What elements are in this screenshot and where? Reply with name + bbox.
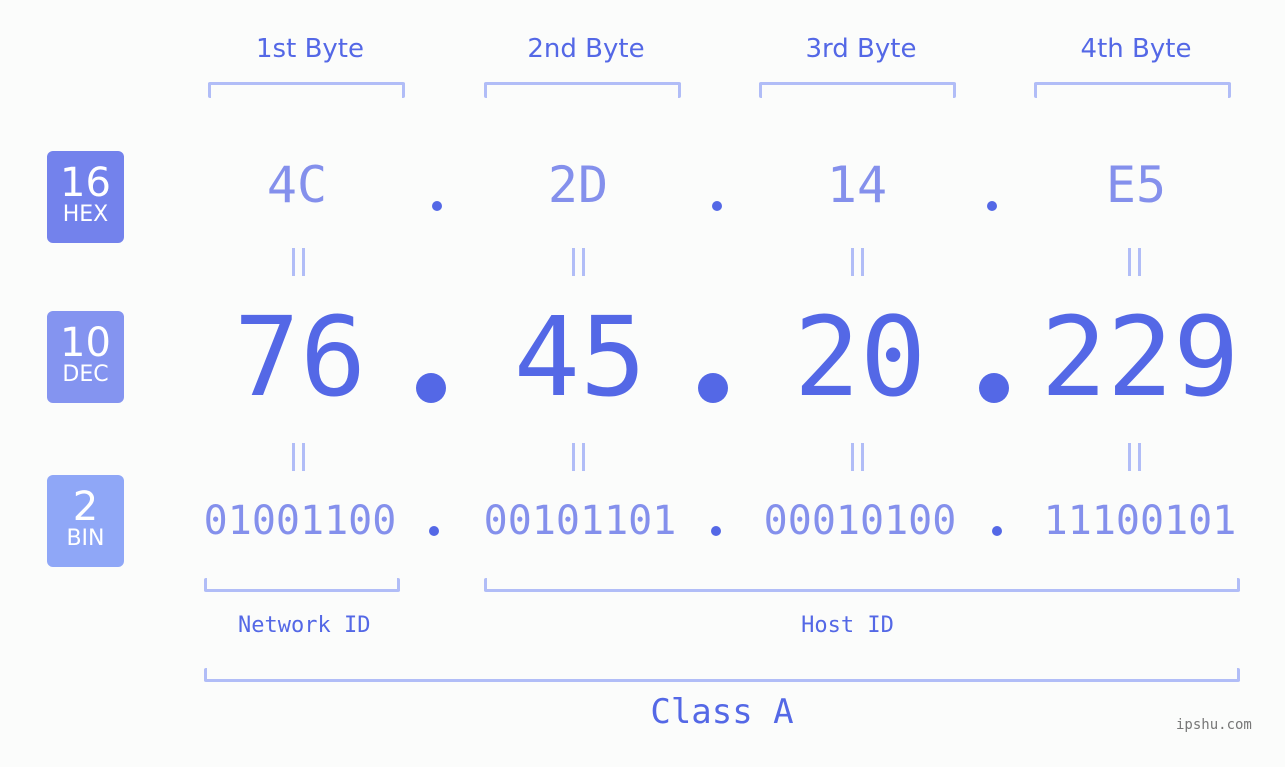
bin-dot-1	[429, 526, 439, 536]
hex-value-4: E5	[1105, 156, 1167, 214]
bin-dot-2	[711, 526, 721, 536]
bin-badge: 2 BIN	[47, 475, 124, 567]
hex-value-3: 14	[826, 156, 888, 214]
bin-base-label: BIN	[66, 526, 105, 551]
byte-label-2: 2nd Byte	[527, 34, 645, 64]
network-id-bracket	[204, 578, 400, 592]
hex-dot-2	[712, 201, 722, 211]
host-id-bracket	[484, 578, 1240, 592]
network-id-label: Network ID	[238, 613, 371, 638]
byte-bracket-2	[484, 82, 681, 98]
dec-value-4: 229	[1040, 293, 1240, 421]
bin-value-4: 11100101	[1043, 498, 1237, 544]
hex-value-2: 2D	[547, 156, 609, 214]
hex-dot-1	[432, 201, 442, 211]
dec-value-1: 76	[233, 293, 367, 421]
class-bracket	[204, 668, 1240, 682]
bin-value-3: 00010100	[763, 498, 957, 544]
dec-base-label: DEC	[62, 362, 109, 387]
equals-icon	[1128, 248, 1141, 276]
dec-dot-2	[698, 373, 728, 403]
byte-label-3: 3rd Byte	[805, 34, 917, 64]
bin-dot-3	[992, 526, 1002, 536]
dec-badge: 10 DEC	[47, 311, 124, 403]
byte-label-1: 1st Byte	[256, 34, 364, 64]
byte-bracket-4	[1034, 82, 1231, 98]
byte-label-4: 4th Byte	[1080, 34, 1192, 64]
equals-icon	[572, 248, 585, 276]
dec-dot-3	[979, 373, 1009, 403]
equals-icon	[572, 443, 585, 471]
watermark: ipshu.com	[1176, 717, 1252, 733]
hex-base-number: 16	[60, 160, 111, 206]
dec-value-2: 45	[513, 293, 647, 421]
equals-icon	[1128, 443, 1141, 471]
byte-bracket-1	[208, 82, 405, 98]
equals-icon	[851, 443, 864, 471]
dec-dot-1	[416, 373, 446, 403]
dec-value-3: 20	[793, 293, 927, 421]
hex-badge: 16 HEX	[47, 151, 124, 243]
equals-icon	[851, 248, 864, 276]
bin-value-1: 01001100	[203, 498, 397, 544]
dec-base-number: 10	[60, 320, 111, 366]
host-id-label: Host ID	[801, 613, 894, 638]
byte-bracket-3	[759, 82, 956, 98]
class-label: Class A	[650, 692, 794, 732]
equals-icon	[292, 443, 305, 471]
hex-value-1: 4C	[266, 156, 328, 214]
hex-base-label: HEX	[62, 202, 109, 227]
hex-dot-3	[987, 201, 997, 211]
bin-value-2: 00101101	[483, 498, 677, 544]
bin-base-number: 2	[72, 484, 99, 530]
equals-icon	[292, 248, 305, 276]
